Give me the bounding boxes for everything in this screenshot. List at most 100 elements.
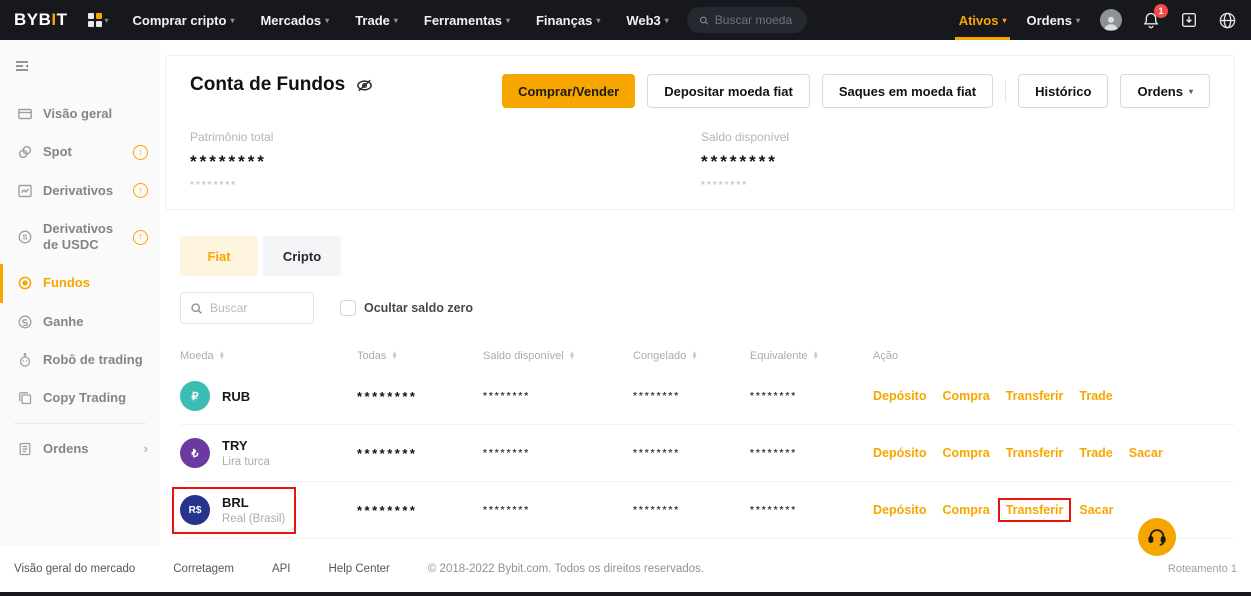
chevron-down-icon: ▾ xyxy=(394,16,398,25)
cell-saldo-disponivel: ******** xyxy=(483,448,633,459)
sidebar-item-ganhe[interactable]: Ganhe xyxy=(0,303,160,341)
apps-grid-icon[interactable]: ▾ xyxy=(88,13,109,27)
chart-square-icon xyxy=(17,183,33,199)
coin-search-pill[interactable] xyxy=(687,7,807,33)
coin-search-input[interactable] xyxy=(715,13,795,27)
coin-name: Lira turca xyxy=(222,456,270,468)
notifications-button[interactable]: 1 xyxy=(1142,11,1160,29)
sidebar-item-copy-trading[interactable]: Copy Trading xyxy=(0,379,160,417)
transferir-link[interactable]: Transferir xyxy=(1006,446,1064,460)
sacar-link[interactable]: Sacar xyxy=(1129,446,1163,460)
search-icon xyxy=(699,14,709,27)
withdraw-fiat-button[interactable]: Saques em moeda fiat xyxy=(822,74,993,108)
sidebar-item-derivativos-usdc[interactable]: S Derivativos de USDC ↑ xyxy=(0,210,160,265)
table-row-try: ₺ TRY Lira turca ******** ******** *****… xyxy=(180,425,1235,482)
rub-coin-icon: ₽ xyxy=(180,381,210,411)
sidebar-item-robo-de-trading[interactable]: Robô de trading xyxy=(0,341,160,379)
transferir-link-annotated[interactable]: Transferir xyxy=(998,498,1072,522)
sidebar-item-fundos[interactable]: Fundos xyxy=(0,264,160,302)
checkbox-icon[interactable] xyxy=(340,300,356,316)
support-chat-button[interactable] xyxy=(1138,518,1176,556)
brl-coin-icon: R$ xyxy=(180,495,210,525)
header-moeda[interactable]: Moeda▲▼ xyxy=(180,350,357,362)
total-equity-value: ******** xyxy=(190,152,701,172)
header-todas[interactable]: Todas▲▼ xyxy=(357,350,483,362)
available-balance-sub: ******** xyxy=(701,180,1212,191)
chevron-down-icon: ▾ xyxy=(665,16,669,25)
table-search-box[interactable] xyxy=(180,292,314,324)
history-button[interactable]: Histórico xyxy=(1018,74,1108,108)
tab-fiat[interactable]: Fiat xyxy=(180,236,258,276)
svg-text:S: S xyxy=(22,233,27,242)
nav-item-ativos[interactable]: Ativos▾ xyxy=(959,0,1007,40)
header-equivalente[interactable]: Equivalente▲▼ xyxy=(750,350,873,362)
footer-link-api[interactable]: API xyxy=(272,563,291,575)
sidebar-item-derivativos[interactable]: Derivativos ↑ xyxy=(0,172,160,210)
deposit-fiat-button[interactable]: Depositar moeda fiat xyxy=(647,74,810,108)
sacar-link[interactable]: Sacar xyxy=(1079,503,1113,517)
compra-link[interactable]: Compra xyxy=(942,503,989,517)
footer-link-help-center[interactable]: Help Center xyxy=(329,563,390,575)
chevron-down-icon: ▾ xyxy=(325,16,329,25)
deposito-link[interactable]: Depósito xyxy=(873,446,926,460)
hide-zero-toggle[interactable]: Ocultar saldo zero xyxy=(340,300,473,316)
compra-link[interactable]: Compra xyxy=(942,446,989,460)
download-app-button[interactable] xyxy=(1180,11,1198,29)
transferir-link[interactable]: Transferir xyxy=(1006,389,1064,403)
headset-icon xyxy=(1146,526,1168,548)
cell-congelado: ******** xyxy=(633,391,750,402)
nav-item-ordens[interactable]: Ordens▾ xyxy=(1026,13,1080,28)
hide-balance-eye-icon[interactable] xyxy=(355,76,374,95)
orders-dropdown-button[interactable]: Ordens▾ xyxy=(1120,74,1210,108)
header-saldo-disponivel[interactable]: Saldo disponível▲▼ xyxy=(483,350,633,362)
nav-item-ferramentas[interactable]: Ferramentas▾ xyxy=(424,13,510,28)
collapse-sidebar-button[interactable] xyxy=(0,50,160,95)
sidebar-item-ordens[interactable]: Ordens › xyxy=(0,430,160,468)
sidebar-item-visao-geral[interactable]: Visão geral xyxy=(0,95,160,133)
total-equity-label: Patrimônio total xyxy=(190,130,701,144)
footer-link-corretagem[interactable]: Corretagem xyxy=(173,563,234,575)
sort-icon: ▲▼ xyxy=(813,352,819,360)
nav-item-web3[interactable]: Web3▾ xyxy=(626,13,668,28)
available-balance-value: ******** xyxy=(701,152,1212,172)
compra-link[interactable]: Compra xyxy=(942,389,989,403)
bybit-logo[interactable]: BYBIT xyxy=(14,10,68,30)
robot-icon xyxy=(17,352,33,368)
cell-todas: ******** xyxy=(357,503,483,518)
download-icon xyxy=(1180,11,1198,29)
chevron-down-icon: ▾ xyxy=(506,16,510,25)
clipboard-icon xyxy=(17,441,33,457)
cell-congelado: ******** xyxy=(633,448,750,459)
header-congelado[interactable]: Congelado▲▼ xyxy=(633,350,750,362)
table-search-input[interactable] xyxy=(210,301,300,315)
nav-item-trade[interactable]: Trade▾ xyxy=(355,13,398,28)
table-header: Moeda▲▼ Todas▲▼ Saldo disponível▲▼ Conge… xyxy=(180,338,1235,368)
language-button[interactable] xyxy=(1218,11,1237,30)
sidebar-item-spot[interactable]: Spot ↑ xyxy=(0,133,160,171)
deposito-link[interactable]: Depósito xyxy=(873,503,926,517)
row-actions: Depósito Compra Transferir Sacar xyxy=(873,503,1235,517)
footer-link-visao-geral-do-mercado[interactable]: Visão geral do mercado xyxy=(14,563,135,575)
account-avatar[interactable] xyxy=(1100,9,1122,31)
buy-sell-button[interactable]: Comprar/Vender xyxy=(502,74,635,108)
button-divider xyxy=(1005,80,1006,102)
nav-item-comprar-cripto[interactable]: Comprar cripto▾ xyxy=(133,13,235,28)
cell-todas: ******** xyxy=(357,446,483,461)
tab-cripto[interactable]: Cripto xyxy=(263,236,341,276)
asset-type-tabs: Fiat Cripto xyxy=(180,236,1235,276)
earn-coin-icon xyxy=(17,314,33,330)
content-area: Visão geral Spot ↑ Derivativos ↑ S Deriv… xyxy=(0,40,1251,592)
promo-arrow-icon: ↑ xyxy=(133,183,148,198)
sidebar-divider xyxy=(14,423,146,424)
sort-icon: ▲▼ xyxy=(691,352,697,360)
nav-menu: Comprar cripto▾ Mercados▾ Trade▾ Ferrame… xyxy=(133,13,669,28)
filter-row: Ocultar saldo zero xyxy=(180,292,1235,324)
trade-link[interactable]: Trade xyxy=(1079,446,1112,460)
copy-icon xyxy=(17,390,33,406)
trade-link[interactable]: Trade xyxy=(1079,389,1112,403)
nav-item-financas[interactable]: Finanças▾ xyxy=(536,13,600,28)
chevron-down-icon: ▾ xyxy=(596,16,600,25)
cell-equivalente: ******** xyxy=(750,505,873,516)
deposito-link[interactable]: Depósito xyxy=(873,389,926,403)
nav-item-mercados[interactable]: Mercados▾ xyxy=(260,13,329,28)
